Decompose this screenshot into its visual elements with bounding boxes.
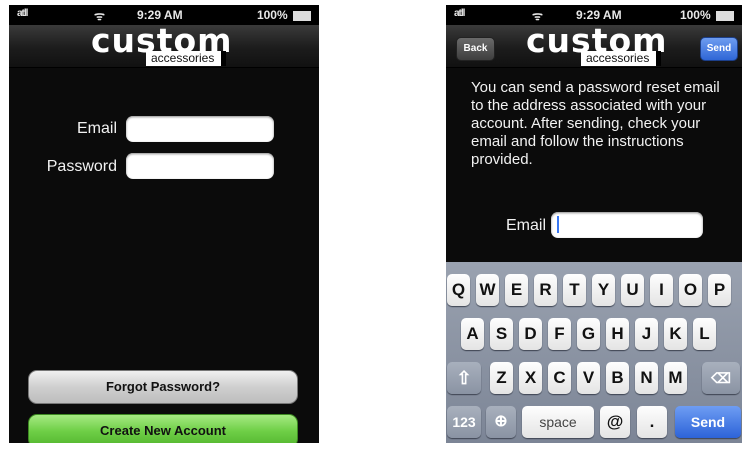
battery-icon [716,10,734,21]
key-f[interactable]: F [548,318,571,350]
keyboard-row-3: ⇧ Z X C V B N M ⌫ [446,362,742,394]
email-field[interactable] [126,116,274,142]
battery-icon [293,10,311,21]
send-button[interactable]: Send [700,37,738,61]
reset-password-screen: atll ᯤ 9:29 AM 100% Back custom accessor… [446,5,742,443]
key-z[interactable]: Z [490,362,513,394]
password-label: Password [46,158,117,175]
logo: custom accessories [526,24,676,66]
key-r[interactable]: R [534,274,557,306]
key-d[interactable]: D [519,318,542,350]
nav-bar: Back custom accessories Send [446,24,742,68]
shift-icon[interactable]: ⇧ [447,362,481,394]
key-n[interactable]: N [635,362,658,394]
key-s[interactable]: S [490,318,513,350]
email-label: Email [505,217,546,234]
keyboard-row-2: A S D F G H J K L [446,318,742,350]
key-m[interactable]: M [664,362,687,394]
key-c[interactable]: C [548,362,571,394]
text-cursor [557,216,559,233]
keyboard: Q W E R T Y U I O P A S D F G H J K L ⇧ … [446,262,742,443]
logo-sub-text: accessories [146,51,227,66]
password-field[interactable] [126,153,274,179]
battery-indicator: 100% [257,8,311,22]
battery-percent: 100% [679,8,711,22]
battery-indicator: 100% [680,8,734,22]
signal-icon: atll [454,8,465,19]
delete-icon[interactable]: ⌫ [702,362,740,394]
nav-bar: custom accessories [9,24,319,68]
logo-sub-text: accessories [581,51,662,66]
signal-icon: atll [17,8,28,19]
key-u[interactable]: U [621,274,644,306]
login-screen: atll ᯤ 9:29 AM 100% custom accessories E… [9,5,319,443]
key-a[interactable]: A [461,318,484,350]
create-account-button[interactable]: Create New Account [28,414,298,443]
key-i[interactable]: I [650,274,673,306]
email-field[interactable] [551,212,703,238]
email-label: Email [76,120,117,137]
key-o[interactable]: O [679,274,702,306]
key-w[interactable]: W [476,274,499,306]
key-p[interactable]: P [708,274,731,306]
back-button[interactable]: Back [456,37,495,61]
battery-percent: 100% [256,8,288,22]
key-q[interactable]: Q [447,274,470,306]
key-e[interactable]: E [505,274,528,306]
keyboard-send-key[interactable]: Send [675,406,741,438]
status-time: 9:29 AM [576,8,622,22]
numbers-key[interactable]: 123 [447,406,481,438]
space-key[interactable]: space [522,406,594,438]
key-j[interactable]: J [635,318,658,350]
keyboard-row-1: Q W E R T Y U I O P [446,274,742,306]
key-y[interactable]: Y [592,274,615,306]
forgot-password-button[interactable]: Forgot Password? [28,370,298,404]
logo: custom accessories [91,24,241,66]
key-v[interactable]: V [577,362,600,394]
keyboard-row-4: 123 ⊕ space @ . Send [446,406,742,438]
globe-icon[interactable]: ⊕ [486,406,516,438]
key-h[interactable]: H [606,318,629,350]
key-x[interactable]: X [519,362,542,394]
key-g[interactable]: G [577,318,600,350]
key-k[interactable]: K [664,318,687,350]
key-b[interactable]: B [606,362,629,394]
at-key[interactable]: @ [600,406,630,438]
dot-key[interactable]: . [637,406,667,438]
key-l[interactable]: L [693,318,716,350]
status-time: 9:29 AM [137,8,183,22]
reset-instructions: You can send a password reset email to t… [471,79,720,168]
key-t[interactable]: T [563,274,586,306]
